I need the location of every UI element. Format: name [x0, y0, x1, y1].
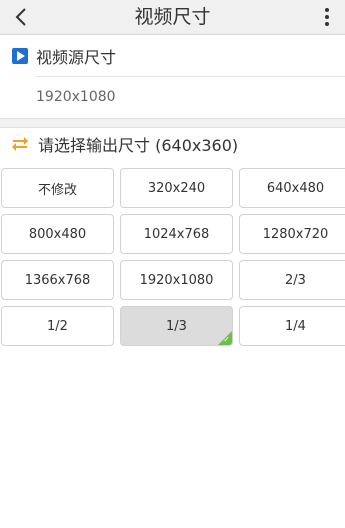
- output-size-label: 请选择输出尺寸 (640x360): [38, 136, 239, 155]
- size-option-1-2[interactable]: 1/2: [1, 306, 114, 346]
- divider: [36, 76, 345, 77]
- source-size-row: 视频源尺寸: [0, 36, 345, 76]
- size-option-320x240[interactable]: 320x240: [120, 168, 233, 208]
- video-icon: [12, 48, 28, 64]
- size-option-no-change[interactable]: 不修改: [1, 168, 114, 208]
- page-title: 视频尺寸: [134, 6, 211, 28]
- swap-icon: [12, 137, 28, 151]
- source-size-label: 视频源尺寸: [36, 48, 117, 67]
- size-option-1-4[interactable]: 1/4: [239, 306, 345, 346]
- source-size-value: 1920x1080: [36, 89, 116, 105]
- more-vertical-icon: [325, 8, 329, 12]
- size-option-1024x768[interactable]: 1024x768: [120, 214, 233, 254]
- size-option-1920x1080[interactable]: 1920x1080: [120, 260, 233, 300]
- output-size-row: 请选择输出尺寸 (640x360): [0, 124, 345, 164]
- size-option-1-3[interactable]: 1/3 ✓: [120, 306, 233, 346]
- size-option-1366x768[interactable]: 1366x768: [1, 260, 114, 300]
- size-option-640x480[interactable]: 640x480: [239, 168, 345, 208]
- size-option-1280x720[interactable]: 1280x720: [239, 214, 345, 254]
- check-icon: ✓: [223, 335, 230, 344]
- size-option-2-3[interactable]: 2/3: [239, 260, 345, 300]
- more-button[interactable]: [317, 3, 337, 31]
- app-header: 视频尺寸: [0, 0, 345, 35]
- size-option-800x480[interactable]: 800x480: [1, 214, 114, 254]
